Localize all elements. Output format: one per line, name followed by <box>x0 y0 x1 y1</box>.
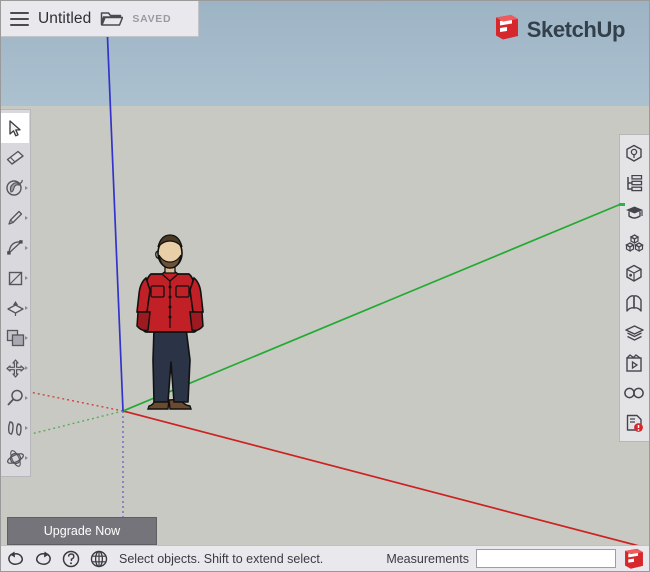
blue-axis-positive <box>106 1 123 411</box>
sketchup-logo-text: SketchUp <box>527 17 625 43</box>
tool-flyout-arrow[interactable] <box>25 186 28 190</box>
panel-tags[interactable] <box>620 318 648 348</box>
panel-3d-warehouse[interactable] <box>620 258 648 288</box>
panel-outliner[interactable] <box>620 168 648 198</box>
tool-flyout-arrow[interactable] <box>25 426 28 430</box>
panel-styles[interactable] <box>620 378 648 408</box>
tool-move[interactable] <box>1 353 29 383</box>
green-axis-negative <box>15 411 123 438</box>
tool-orbit[interactable] <box>1 443 29 473</box>
3d-viewport[interactable] <box>1 1 649 545</box>
upgrade-now-button[interactable]: Upgrade Now <box>7 517 157 545</box>
status-bar: Select objects. Shift to extend select. … <box>1 545 649 571</box>
red-axis-positive <box>123 411 643 545</box>
tool-walk[interactable] <box>1 413 29 443</box>
panel-components[interactable] <box>620 228 648 258</box>
sketchup-app-window: Untitled SAVED SketchUp <box>0 0 650 572</box>
question-mark-icon[interactable] <box>57 546 85 572</box>
tool-flyout-arrow[interactable] <box>25 396 28 400</box>
tool-flyout-arrow[interactable] <box>25 216 28 220</box>
measurements-input[interactable] <box>476 549 616 568</box>
tool-offset[interactable] <box>1 323 29 353</box>
panel-instructor[interactable] <box>620 198 648 228</box>
tool-flyout-arrow[interactable] <box>25 336 28 340</box>
status-message: Select objects. Shift to extend select. <box>119 552 323 566</box>
sketchup-cube-icon <box>494 14 520 46</box>
tool-flyout-arrow[interactable] <box>25 306 28 310</box>
document-titlebar: Untitled SAVED <box>1 1 199 37</box>
tool-rectangle[interactable] <box>1 263 29 293</box>
folder-open-icon[interactable] <box>100 9 123 28</box>
tool-eraser[interactable] <box>1 143 29 173</box>
left-tool-palette <box>1 109 31 477</box>
sketchup-cube-icon[interactable] <box>623 548 645 570</box>
axes-overlay <box>1 1 649 545</box>
panel-entity-info[interactable] <box>620 138 648 168</box>
tool-push-pull[interactable] <box>1 293 29 323</box>
scale-figure-man[interactable] <box>129 231 211 413</box>
globe-icon[interactable] <box>85 546 113 572</box>
tool-flyout-arrow[interactable] <box>25 366 28 370</box>
panel-scenes[interactable] <box>620 348 648 378</box>
panel-help[interactable] <box>620 408 648 438</box>
right-panel-palette <box>619 134 649 442</box>
tool-paint[interactable] <box>1 173 29 203</box>
tool-line[interactable] <box>1 203 29 233</box>
tool-zoom[interactable] <box>1 383 29 413</box>
sketchup-logo: SketchUp <box>494 14 625 46</box>
save-status-badge: SAVED <box>132 13 171 25</box>
tool-select[interactable] <box>1 113 29 143</box>
tool-flyout-arrow[interactable] <box>25 246 28 250</box>
red-axis-negative <box>15 389 123 411</box>
measurements-label: Measurements <box>386 552 469 566</box>
undo-arrow-icon[interactable] <box>1 546 29 572</box>
panel-materials[interactable] <box>620 288 648 318</box>
measurements-group: Measurements <box>386 548 649 570</box>
hamburger-menu-icon[interactable] <box>10 12 29 26</box>
tool-flyout-arrow[interactable] <box>25 276 28 280</box>
document-title[interactable]: Untitled <box>38 10 91 28</box>
tool-arc[interactable] <box>1 233 29 263</box>
tool-flyout-arrow[interactable] <box>25 456 28 460</box>
redo-arrow-icon[interactable] <box>29 546 57 572</box>
